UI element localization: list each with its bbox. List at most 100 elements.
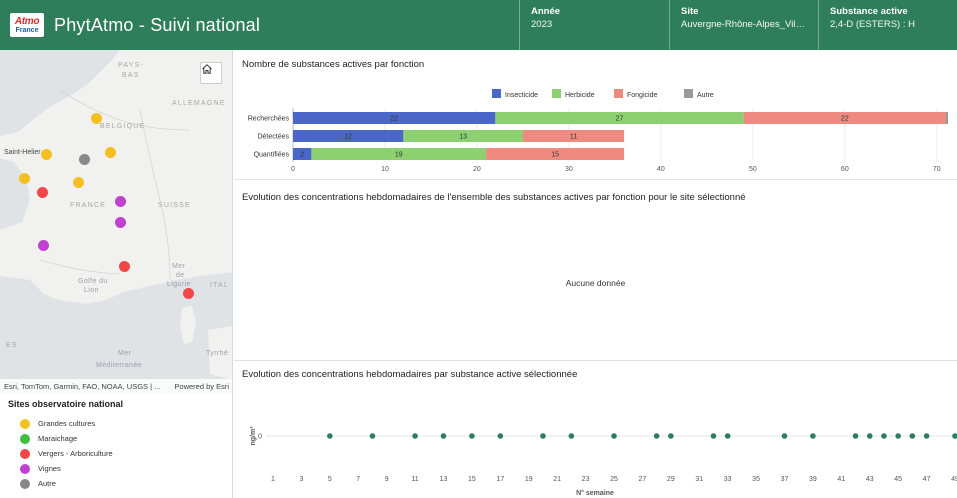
data-point[interactable] — [327, 433, 333, 439]
data-point[interactable] — [923, 433, 930, 439]
map-label-es: ES — [6, 342, 18, 349]
site-marker[interactable] — [78, 153, 90, 165]
legend-swatch[interactable] — [614, 89, 623, 98]
x-tick-label: 45 — [894, 476, 902, 483]
powered-by-esri[interactable]: Powered by Esri — [174, 382, 229, 391]
data-point[interactable] — [952, 433, 957, 439]
site-filter[interactable]: Site Auvergne-Rhône-Alpes_Villefr... — [669, 0, 818, 50]
x-axis-label: N° semaine — [576, 489, 614, 497]
legend-swatch — [20, 418, 30, 429]
data-point[interactable] — [781, 433, 788, 439]
x-tick-label: 39 — [809, 476, 817, 483]
legend-swatch — [20, 433, 30, 444]
data-point[interactable] — [611, 433, 617, 439]
data-label: 12 — [344, 134, 352, 141]
data-point[interactable] — [895, 433, 901, 439]
legend-item-grandes-cultures: Grandes cultures — [8, 416, 224, 431]
year-filter[interactable]: Année 2023 — [519, 0, 669, 50]
site-marker[interactable] — [72, 176, 84, 188]
map-label-belgique: BELGIQUE — [100, 123, 146, 130]
site-marker[interactable] — [18, 172, 30, 184]
x-tick-label: 35 — [752, 476, 760, 483]
substance-evolution-panel: Evolution des concentrations hebdomadair… — [234, 362, 957, 498]
site-marker[interactable] — [37, 239, 49, 251]
x-tick-label: 40 — [657, 166, 665, 173]
site-marker[interactable] — [114, 195, 126, 207]
x-tick-label: 21 — [553, 476, 561, 483]
map-view[interactable]: PAYS- BAS ALLEMAGNE BELGIQUE Saint-Helie… — [0, 50, 233, 393]
x-tick-label: 37 — [781, 476, 789, 483]
function-evolution-panel: Evolution des concentrations hebdomadair… — [234, 181, 957, 361]
site-marker[interactable] — [118, 260, 130, 272]
x-tick-label: 31 — [695, 476, 703, 483]
site-marker[interactable] — [182, 287, 194, 299]
x-tick-label: 1 — [271, 476, 275, 483]
brand: Atmo France PhytAtmo - Suivi national — [0, 0, 519, 50]
atmo-logo[interactable]: Atmo France — [10, 13, 44, 37]
site-marker[interactable] — [90, 112, 102, 124]
logo-text-bottom: France — [15, 26, 39, 34]
data-point[interactable] — [540, 433, 546, 439]
data-point[interactable] — [668, 433, 674, 439]
site-filter-value: Auvergne-Rhône-Alpes_Villefr... — [681, 19, 807, 30]
data-point[interactable] — [497, 433, 504, 439]
category-label: Quantifiées — [254, 152, 290, 159]
x-tick-label: 27 — [639, 476, 647, 483]
data-label: 2 — [300, 152, 304, 159]
x-tick-label: 41 — [837, 476, 845, 483]
legend-item-label: Grandes cultures — [38, 419, 96, 428]
bar-chart[interactable]: Insecticide Herbicide Fongicide Autre 0 10 20 3… — [234, 50, 957, 180]
legend-swatch[interactable] — [684, 89, 693, 98]
x-tick-label: 70 — [933, 166, 941, 173]
site-marker[interactable] — [36, 186, 48, 198]
x-tick-label: 13 — [440, 476, 448, 483]
legend-item-label: Maraichage — [38, 434, 78, 443]
x-tick-label: 11 — [411, 476, 418, 483]
data-point[interactable] — [724, 433, 731, 439]
x-tick-label: 49 — [951, 476, 957, 483]
substance-filter-value: 2,4-D (ESTERS) : H — [830, 19, 915, 30]
year-filter-label: Année — [531, 6, 561, 17]
x-tick-label: 20 — [473, 166, 481, 173]
data-point[interactable] — [909, 433, 916, 439]
site-marker[interactable] — [104, 146, 116, 158]
legend-label[interactable]: Insecticide — [505, 92, 538, 99]
map-label-allemagne: ALLEMAGNE — [172, 100, 226, 107]
map-attribution: Esri, TomTom, Garmin, FAO, NOAA, USGS | … — [0, 379, 232, 393]
home-button[interactable] — [200, 62, 222, 84]
map-label-saint-helier: Saint-Helier — [4, 149, 41, 156]
legend-item-label: Vignes — [38, 464, 61, 473]
data-point[interactable] — [469, 433, 475, 439]
x-tick-label: 60 — [841, 166, 849, 173]
legend-label[interactable]: Fongicide — [627, 92, 657, 99]
map-label-golfe-1: Golfe du — [78, 278, 108, 285]
bar-segment[interactable] — [946, 112, 948, 124]
data-point[interactable] — [710, 433, 717, 439]
data-point[interactable] — [568, 433, 575, 439]
legend-item-label: Vergers - Arboriculture — [38, 449, 113, 458]
data-point[interactable] — [852, 433, 859, 439]
data-point[interactable] — [412, 433, 418, 439]
legend-swatch[interactable] — [492, 89, 501, 98]
map-label-mer-med-2: Méditerranée — [96, 362, 143, 369]
data-point[interactable] — [810, 433, 816, 439]
map-label-golfe-2: Lion — [84, 287, 99, 294]
data-point[interactable] — [866, 433, 873, 439]
substance-filter[interactable]: Substance active 2,4-D (ESTERS) : H — [818, 0, 957, 50]
data-point[interactable] — [653, 433, 660, 439]
data-point[interactable] — [881, 433, 887, 439]
data-point[interactable] — [369, 433, 376, 439]
site-marker[interactable] — [40, 148, 52, 160]
legend-label[interactable]: Autre — [697, 92, 714, 99]
data-point[interactable] — [440, 433, 447, 439]
x-tick-label: 50 — [749, 166, 757, 173]
evolution-chart-title: Evolution des concentrations hebdomadair… — [242, 192, 746, 203]
legend-label[interactable]: Herbicide — [565, 92, 595, 99]
legend-item-autre: Autre — [8, 476, 224, 491]
x-tick-label: 17 — [496, 476, 504, 483]
site-marker[interactable] — [114, 216, 126, 228]
map-label-ligurie-3: Ligurie — [167, 281, 191, 288]
legend-swatch[interactable] — [552, 89, 561, 98]
map-label-ligurie-2: de — [176, 272, 185, 279]
scatter-chart[interactable]: 0ng/m³1 3 5 7 9 11 13 15 17 19 21 23 25 27 29 31 33 35 37 3… — [234, 362, 957, 498]
